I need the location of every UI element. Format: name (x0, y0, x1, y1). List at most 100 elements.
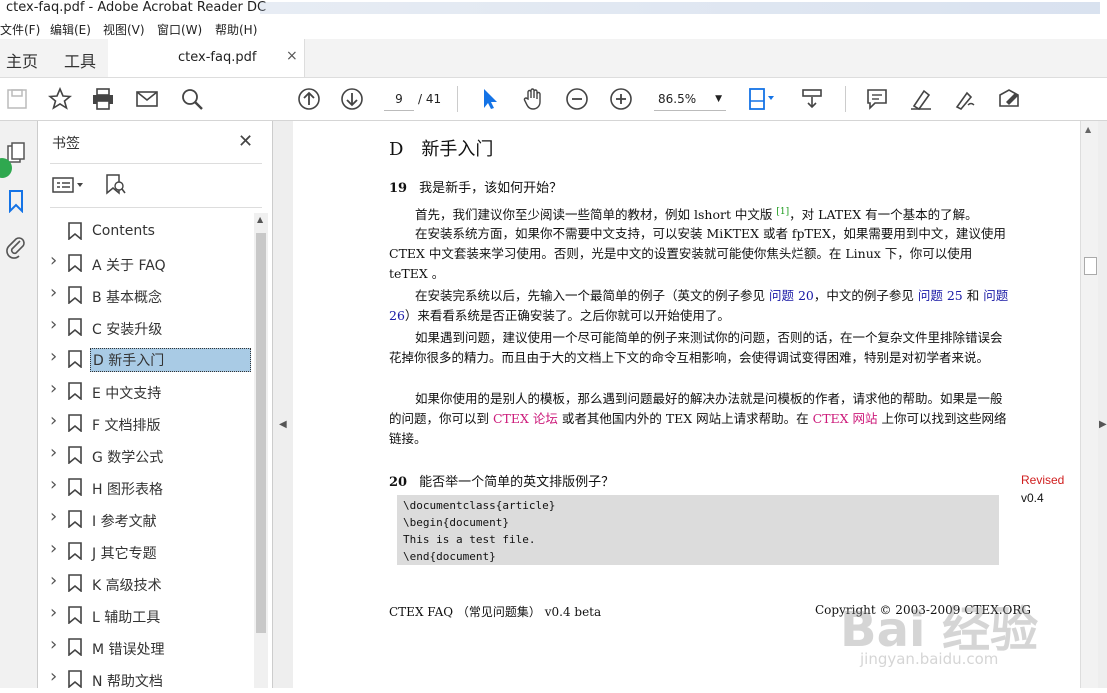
bookmark-label: B 基本概念 (92, 290, 163, 306)
bookmark-item[interactable]: › K 高级技术 (38, 569, 260, 597)
document-scrollbar-thumb[interactable] (1084, 257, 1097, 275)
tab-tools[interactable]: 工具 (64, 48, 96, 72)
print-icon[interactable] (90, 86, 116, 112)
close-tab-icon[interactable]: × (286, 48, 298, 64)
search-icon[interactable] (179, 86, 205, 112)
bookmark-label: K 高级技术 (92, 578, 162, 594)
chevron-right-icon[interactable]: › (50, 602, 57, 623)
highlight-icon[interactable] (908, 86, 934, 112)
link-question-20[interactable]: 问题 20 (769, 288, 814, 303)
code-line: \end{document} (403, 550, 496, 563)
bookmark-item[interactable]: › M 错误处理 (38, 633, 260, 661)
code-line: \documentclass{article} (403, 499, 556, 512)
bookmark-item[interactable]: › N 帮助文档 (38, 665, 260, 693)
pointer-icon[interactable] (476, 86, 502, 112)
chevron-right-icon[interactable]: › (50, 570, 57, 591)
collapse-panel-icon[interactable]: ◀ (279, 419, 287, 430)
attachments-icon[interactable] (4, 235, 30, 261)
bookmark-item[interactable]: › H 图形表格 (38, 473, 260, 501)
bookmark-flag-icon (68, 318, 82, 337)
menu-edit[interactable]: 编辑(E) (50, 21, 91, 38)
link-ctex-forum[interactable]: CTEX 论坛 (493, 411, 558, 426)
bookmark-options-icon[interactable] (52, 175, 86, 199)
bookmark-item[interactable]: › E 中文支持 (38, 377, 260, 405)
panel-scrollbar-thumb[interactable] (256, 233, 266, 633)
document-scrollbar[interactable]: ▲ (1080, 121, 1098, 688)
tab-home[interactable]: 主页 (6, 48, 38, 72)
menu-file[interactable]: 文件(F) (0, 21, 40, 38)
zoom-level-value: 86.5% (658, 92, 697, 106)
page-footer-left: CTEX FAQ （常见问题集） v0.4 beta (389, 605, 602, 619)
comment-icon[interactable] (864, 86, 890, 112)
zoom-level-dropdown[interactable]: 86.5% ▼ (654, 88, 726, 111)
page-down-icon[interactable] (339, 86, 365, 112)
link-question-25[interactable]: 问题 25 (918, 288, 963, 303)
sign-icon[interactable] (952, 86, 978, 112)
save-icon[interactable] (4, 86, 30, 112)
menu-view[interactable]: 视图(V) (103, 21, 145, 38)
panel-splitter[interactable]: ◀ (272, 121, 293, 688)
hand-icon[interactable] (520, 86, 546, 112)
question-19: 19 我是新手，该如何开始？ (389, 177, 562, 196)
chevron-right-icon[interactable]: › (50, 314, 57, 335)
reference-link[interactable]: [1] (776, 207, 789, 217)
scroll-mode-icon[interactable] (799, 86, 825, 112)
page-up-icon[interactable] (296, 86, 322, 112)
right-panel-toggle[interactable]: ▶ (1098, 121, 1107, 688)
chevron-right-icon[interactable]: › (50, 378, 57, 399)
zoom-out-icon[interactable] (564, 86, 590, 112)
panel-scrollbar[interactable]: ▲ (254, 213, 268, 688)
bookmark-item[interactable]: › A 关于 FAQ (38, 249, 260, 277)
bookmark-item[interactable]: › J 其它专题 (38, 537, 260, 565)
scroll-up-icon[interactable]: ▲ (257, 215, 263, 224)
menu-help[interactable]: 帮助(H) (215, 21, 257, 38)
bookmark-flag-icon (68, 574, 82, 593)
bookmark-item[interactable]: › L 辅助工具 (38, 601, 260, 629)
bookmark-item[interactable]: › D 新手入门 (38, 345, 260, 373)
bookmark-item[interactable]: › G 数学公式 (38, 441, 260, 469)
baidu-jingyan-watermark: Bai 经验 jingyan.baidu.com (830, 570, 1060, 680)
code-line: \begin{document} (403, 516, 509, 529)
link-ctex-website[interactable]: CTEX 网站 (813, 411, 878, 426)
chevron-right-icon[interactable]: › (50, 346, 57, 367)
chevron-right-icon[interactable]: › (50, 250, 57, 271)
expand-right-panel-icon[interactable]: ▶ (1099, 419, 1107, 430)
chevron-right-icon[interactable]: › (50, 506, 57, 527)
bookmark-flag-icon (68, 254, 82, 273)
chevron-right-icon[interactable]: › (50, 282, 57, 303)
text-run: ，中文的例子参见 (813, 288, 918, 303)
scroll-up-icon[interactable]: ▲ (1085, 125, 1091, 134)
bookmark-flag-icon (68, 446, 82, 465)
bookmark-label: Contents (92, 223, 155, 239)
close-panel-icon[interactable]: ✕ (238, 131, 253, 152)
bookmark-item[interactable]: Contents (38, 217, 260, 245)
zoom-in-icon[interactable] (608, 86, 634, 112)
fit-page-icon[interactable] (742, 86, 780, 112)
chevron-right-icon[interactable]: › (50, 442, 57, 463)
bookmark-item[interactable]: › F 文档排版 (38, 409, 260, 437)
bookmark-item[interactable]: › C 安装升级 (38, 313, 260, 341)
chevron-right-icon[interactable]: › (50, 634, 57, 655)
chevron-right-icon[interactable]: › (50, 538, 57, 559)
bookmark-label: L 辅助工具 (92, 610, 161, 626)
toolbar-divider (457, 86, 458, 112)
fill-sign-icon[interactable] (996, 86, 1022, 112)
bookmarks-icon[interactable] (4, 189, 30, 215)
add-bookmark-icon[interactable] (104, 173, 126, 199)
email-icon[interactable] (134, 86, 160, 112)
chevron-right-icon[interactable]: › (50, 474, 57, 495)
code-block: \documentclass{article} \begin{document}… (397, 495, 999, 565)
chevron-right-icon[interactable]: › (50, 410, 57, 431)
bookmark-item[interactable]: › I 参考文献 (38, 505, 260, 533)
star-icon[interactable] (47, 86, 73, 112)
text-run: 首先，我们建议你至少阅读一些简单的教材，例如 lshort 中文版 (415, 207, 777, 223)
bookmark-item[interactable]: › B 基本概念 (38, 281, 260, 309)
menu-window[interactable]: 窗口(W) (157, 21, 202, 38)
bookmark-label: D 新手入门 (90, 348, 251, 372)
chevron-right-icon[interactable]: › (50, 666, 57, 687)
bookmark-label: J 其它专题 (92, 546, 157, 562)
page-number-input[interactable]: 9 (384, 88, 414, 111)
bookmark-flag-icon (68, 382, 82, 401)
tab-document[interactable]: ctex-faq.pdf × (108, 39, 305, 77)
bookmark-label: M 错误处理 (92, 642, 165, 658)
